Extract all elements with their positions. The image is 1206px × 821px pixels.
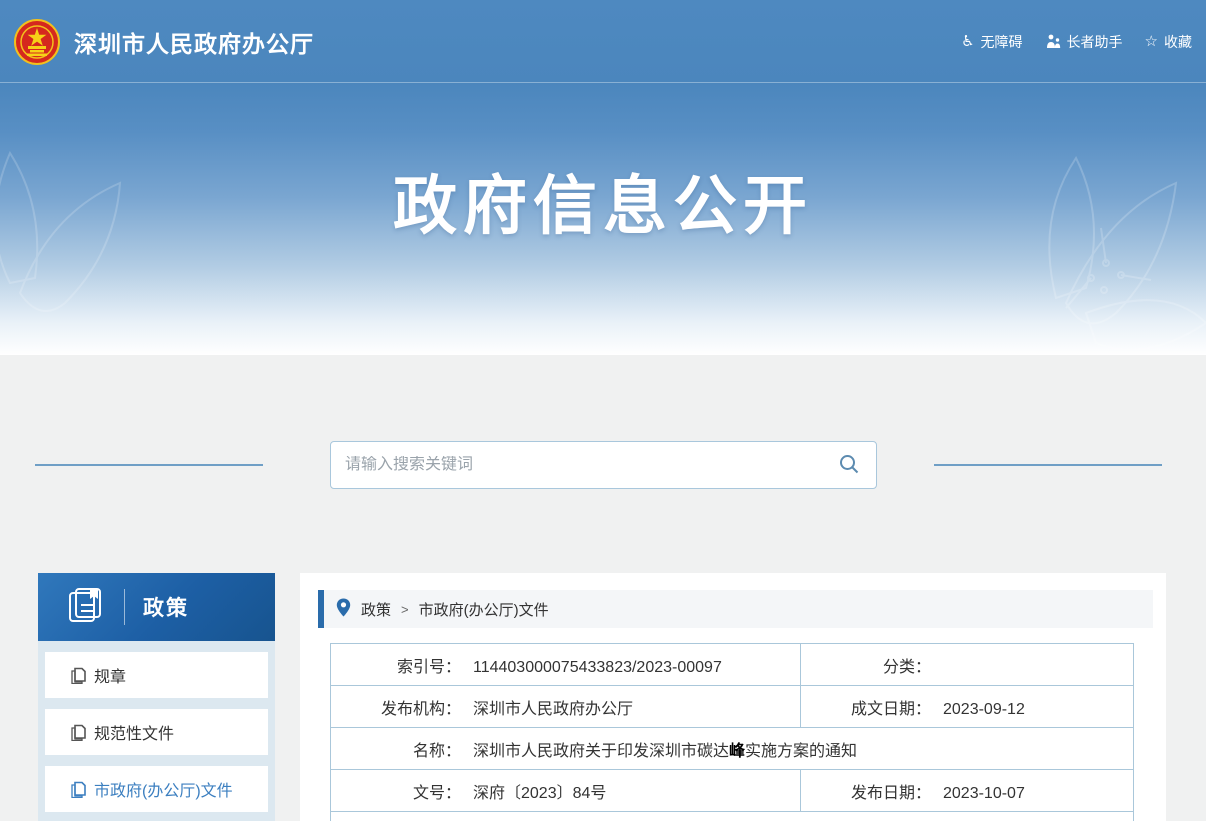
sidebar-item-label: 市政府(办公厅)文件	[94, 777, 233, 801]
category-cell: 分类：	[801, 644, 1134, 686]
accessibility-link[interactable]: ♿ 无障碍	[961, 32, 1022, 52]
sidebar-header: 政策	[38, 573, 275, 641]
table-row: 索引号： 114403000075433823/2023-00097 分类：	[331, 644, 1134, 686]
index-label: 索引号：	[331, 653, 461, 677]
table-row: 名称： 深圳市人民政府关于印发深圳市碳达峰实施方案的通知	[331, 728, 1134, 770]
highlighted-keyword: 峰	[729, 743, 745, 760]
search-box	[330, 441, 877, 489]
table-row: 发布机构： 深圳市人民政府办公厅 成文日期： 2023-09-12	[331, 686, 1134, 728]
banner-title: 政府信息公开	[0, 155, 1206, 247]
accessibility-label: 无障碍	[981, 32, 1023, 52]
table-row: 文号： 深府〔2023〕84号 发布日期： 2023-10-07	[331, 770, 1134, 812]
date-written-value: 2023-09-12	[943, 701, 1025, 718]
accessibility-icon: ♿	[961, 34, 974, 49]
doc-no-cell: 文号： 深府〔2023〕84号	[331, 770, 801, 812]
doc-no-label: 文号：	[331, 779, 461, 803]
decorative-line-right	[934, 464, 1162, 466]
star-icon: ☆	[1145, 34, 1158, 49]
date-published-label: 发布日期：	[801, 779, 931, 803]
index-cell: 索引号： 114403000075433823/2023-00097	[331, 644, 801, 686]
search-icon	[838, 463, 860, 478]
table-row-partial	[331, 812, 1134, 821]
name-cell: 名称： 深圳市人民政府关于印发深圳市碳达峰实施方案的通知	[331, 728, 1134, 770]
breadcrumb-current: 市政府(办公厅)文件	[419, 599, 549, 620]
sidebar-item-label: 规章	[94, 663, 126, 687]
agency-label: 发布机构：	[331, 695, 461, 719]
breadcrumb-separator: >	[401, 602, 409, 617]
document-icon	[71, 667, 86, 684]
document-meta-table: 索引号： 114403000075433823/2023-00097 分类： 发布…	[330, 643, 1134, 821]
category-label: 分类：	[801, 653, 931, 677]
date-published-cell: 发布日期： 2023-10-07	[801, 770, 1134, 812]
elder-assist-label: 长者助手	[1067, 32, 1123, 52]
sidebar-item-label: 规范性文件	[94, 720, 174, 744]
sidebar-item-municipal-documents[interactable]: 市政府(办公厅)文件	[45, 766, 268, 812]
search-button[interactable]	[836, 451, 862, 480]
page: 深圳市人民政府办公厅 ♿ 无障碍 长者助手 ☆	[0, 0, 1206, 821]
name-label: 名称：	[331, 737, 461, 761]
decorative-line-left	[35, 464, 263, 466]
breadcrumb: 政策 > 市政府(办公厅)文件	[318, 590, 1153, 628]
policy-book-icon	[66, 585, 106, 630]
sidebar-items: 规章 规范性文件 市政府(办公厅)文件	[38, 641, 275, 812]
sidebar: 政策 规章 规范性文件	[38, 573, 275, 821]
doc-no-value: 深府〔2023〕84号	[473, 785, 606, 802]
document-icon	[71, 724, 86, 741]
sidebar-item-normative-documents[interactable]: 规范性文件	[45, 709, 268, 755]
breadcrumb-link-policy[interactable]: 政策	[361, 599, 391, 620]
main-panel: 政策 > 市政府(办公厅)文件 索引号： 114403000075433823/2…	[300, 573, 1166, 821]
index-value: 114403000075433823/2023-00097	[473, 659, 722, 676]
banner: 政府信息公开	[0, 83, 1206, 355]
content-area: 政策 规章 规范性文件	[0, 355, 1206, 821]
location-pin-icon	[336, 598, 351, 621]
partial-cell	[331, 812, 1134, 821]
name-value: 深圳市人民政府关于印发深圳市碳达峰实施方案的通知	[473, 743, 857, 760]
date-published-value: 2023-10-07	[943, 785, 1025, 802]
agency-cell: 发布机构： 深圳市人民政府办公厅	[331, 686, 801, 728]
favorite-link[interactable]: ☆ 收藏	[1145, 32, 1192, 52]
favorite-label: 收藏	[1164, 32, 1192, 52]
sidebar-item-regulations[interactable]: 规章	[45, 652, 268, 698]
search-row	[0, 441, 1206, 489]
national-emblem-icon	[14, 19, 60, 65]
site-title: 深圳市人民政府办公厅	[74, 25, 314, 59]
top-links: ♿ 无障碍 长者助手 ☆ 收藏	[961, 32, 1192, 52]
date-written-label: 成文日期：	[801, 695, 931, 719]
top-bar: 深圳市人民政府办公厅 ♿ 无障碍 长者助手 ☆	[0, 0, 1206, 83]
brand[interactable]: 深圳市人民政府办公厅	[14, 19, 314, 65]
elder-assist-link[interactable]: 长者助手	[1045, 32, 1123, 52]
sidebar-title: 政策	[143, 592, 189, 622]
document-icon	[71, 781, 86, 798]
date-written-cell: 成文日期： 2023-09-12	[801, 686, 1134, 728]
columns: 政策 规章 规范性文件	[0, 573, 1206, 821]
search-input[interactable]	[345, 456, 836, 474]
agency-value: 深圳市人民政府办公厅	[473, 701, 633, 718]
elder-assist-icon	[1045, 34, 1061, 49]
sidebar-divider	[124, 589, 125, 625]
